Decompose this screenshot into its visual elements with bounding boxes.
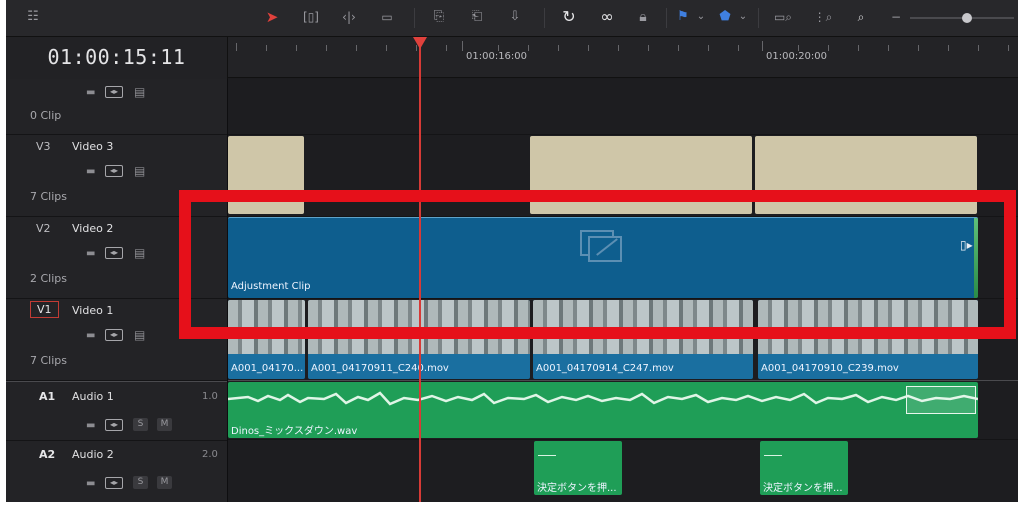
track-name[interactable]: Video 2 <box>72 222 113 235</box>
track-header-a1[interactable]: A1 Audio 1 1.0 ▬ ◂▸ S M <box>6 381 227 441</box>
auto-select-icon[interactable]: ◂▸ <box>105 477 123 489</box>
clip-count: 2 Clips <box>30 272 68 285</box>
flag-dropdown-icon[interactable]: ⌄ <box>694 6 708 28</box>
track-enable-icon[interactable]: ▤ <box>134 165 145 177</box>
auto-select-icon[interactable]: ◂▸ <box>105 86 123 98</box>
track-header-a2[interactable]: A2 Audio 2 2.0 ▬ ◂▸ S M <box>6 440 227 502</box>
clip-name: A001_04170914_C247.mov <box>536 363 674 374</box>
current-timecode[interactable]: 01:00:15:11 <box>6 45 227 69</box>
auto-select-icon[interactable]: ◂▸ <box>105 419 123 431</box>
timeline-view-options-icon[interactable]: ☷ <box>20 6 46 28</box>
clip-name: 決定ボタンを押... <box>537 483 617 494</box>
solo-button[interactable]: S <box>133 476 148 489</box>
clip-count: 0 Clip <box>30 109 62 122</box>
lock-icon[interactable]: ▬ <box>86 420 95 432</box>
cursor-icon[interactable]: ➤ <box>262 6 282 28</box>
track-name[interactable]: Audio 2 <box>72 448 114 461</box>
track-level: 2.0 <box>202 449 218 460</box>
track-enable-icon[interactable]: ▤ <box>134 86 145 98</box>
auto-select-icon[interactable]: ◂▸ <box>105 329 123 341</box>
dynamic-trim-icon[interactable]: ‹|› <box>336 6 362 28</box>
lock-icon[interactable]: ▬ <box>86 87 95 99</box>
track-id: A1 <box>39 390 56 403</box>
track-name[interactable]: Video 1 <box>72 304 113 317</box>
lock-icon[interactable]: ▬ <box>86 248 95 260</box>
track-level: 1.0 <box>202 391 218 402</box>
highlight-annotation <box>179 190 1016 339</box>
track-name[interactable]: Audio 1 <box>72 390 114 403</box>
flag-icon[interactable]: ⚑ <box>676 6 690 28</box>
track-enable-icon[interactable]: ▤ <box>134 329 145 341</box>
audio-clip[interactable]: 決定ボタンを押... <box>760 441 848 495</box>
mute-button[interactable]: M <box>157 418 172 431</box>
insert-icon[interactable]: ⎘ <box>426 6 452 28</box>
link-icon[interactable]: ∞ <box>596 6 618 28</box>
clip-count: 7 Clips <box>30 354 68 367</box>
audio-fade-selection[interactable] <box>906 386 976 414</box>
lock-icon[interactable]: ▬ <box>86 330 95 342</box>
timeline-toolbar: ☷ ➤ [▯] ‹|› ▭ ⎘ ⎗ ⇩ ↻ ∞ 🔒︎ ⚑ ⌄ ⬟ ⌄ ▭⌕ ⋮⌕… <box>6 0 1018 37</box>
ruler-mark: 01:00:20:00 <box>766 51 828 62</box>
zoom-slider-handle[interactable] <box>962 13 972 23</box>
clip-name: Dinos_ミックスダウン.wav <box>231 426 358 437</box>
lock-icon[interactable]: ▬ <box>86 166 95 178</box>
audio-clip[interactable]: 決定ボタンを押... <box>534 441 622 495</box>
track-id: V3 <box>36 140 51 153</box>
clip-count: 7 Clips <box>30 190 68 203</box>
solo-button[interactable]: S <box>133 418 148 431</box>
marker-icon[interactable]: ⬟ <box>718 6 732 28</box>
track-enable-icon[interactable]: ▤ <box>134 247 145 259</box>
clip-name: 決定ボタンを押... <box>763 483 843 494</box>
zoom-out-icon[interactable]: − <box>890 6 902 28</box>
auto-select-icon[interactable]: ◂▸ <box>105 165 123 177</box>
lock-icon[interactable]: 🔒︎ <box>632 6 654 28</box>
audio-clip[interactable]: Dinos_ミックスダウン.wav <box>228 382 978 438</box>
auto-select-icon[interactable]: ◂▸ <box>105 247 123 259</box>
track-name[interactable]: Video 3 <box>72 140 113 153</box>
zoom-full-icon[interactable]: ▭⌕ <box>770 6 796 28</box>
time-ruler[interactable]: 01:00:16:00 01:00:20:00 <box>228 37 1018 78</box>
ruler-mark: 01:00:16:00 <box>466 51 528 62</box>
track-id: A2 <box>39 448 56 461</box>
track-id: V2 <box>36 222 51 235</box>
clip-name: A001_04170... <box>231 363 303 374</box>
trim-icon[interactable]: [▯] <box>298 6 324 28</box>
mute-button[interactable]: M <box>157 476 172 489</box>
zoom-detail-icon[interactable]: ⋮⌕ <box>810 6 836 28</box>
zoom-custom-icon[interactable]: ⌕ <box>848 6 874 28</box>
timecode-header: 01:00:15:11 <box>6 37 228 79</box>
lock-icon[interactable]: ▬ <box>86 478 95 490</box>
track-header-empty[interactable]: ▬ ◂▸ ▤ 0 Clip <box>6 79 227 135</box>
audio-waveform <box>228 391 978 406</box>
blade-icon[interactable]: ▭ <box>374 6 400 28</box>
clip-name: A001_04170910_C239.mov <box>761 363 899 374</box>
overwrite-icon[interactable]: ⎗ <box>464 6 490 28</box>
replace-icon[interactable]: ⇩ <box>502 6 528 28</box>
track-id-destination[interactable]: V1 <box>30 301 59 318</box>
snap-icon[interactable]: ↻ <box>558 6 580 28</box>
zoom-slider[interactable] <box>910 13 1014 23</box>
marker-dropdown-icon[interactable]: ⌄ <box>736 6 750 28</box>
playhead-marker-icon[interactable] <box>413 37 427 49</box>
